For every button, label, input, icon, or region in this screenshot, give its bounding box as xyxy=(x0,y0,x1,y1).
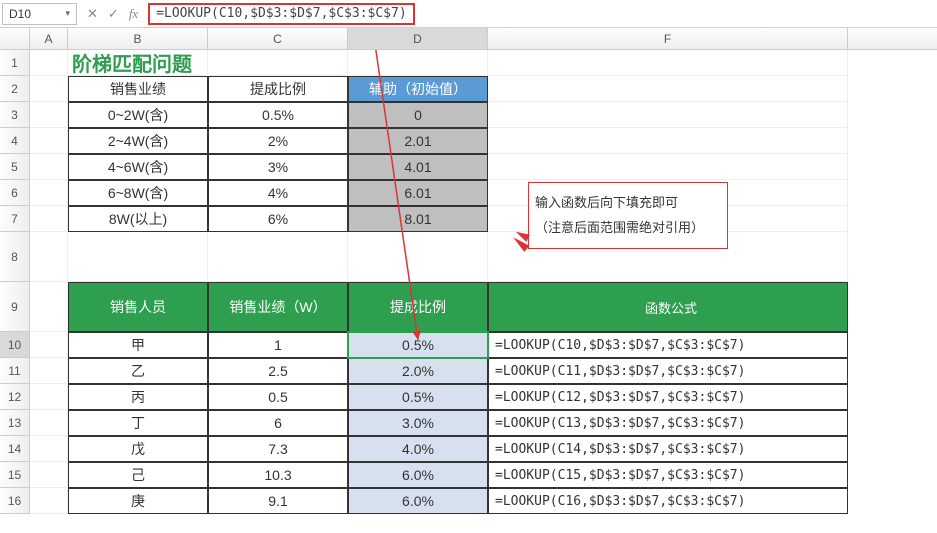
name-box[interactable]: D10 ▾ xyxy=(2,3,77,25)
t1-rate: 6% xyxy=(208,206,348,232)
t2-perf: 6 xyxy=(208,410,348,436)
t1-rate: 2% xyxy=(208,128,348,154)
t2-rate: 6.0% xyxy=(348,462,488,488)
t2-name: 甲 xyxy=(68,332,208,358)
t2-perf: 7.3 xyxy=(208,436,348,462)
formula-buttons: ✕ ✓ fx xyxy=(87,6,138,22)
t2-rate: 0.5% xyxy=(348,384,488,410)
t2-rate: 2.0% xyxy=(348,358,488,384)
t1-range: 8W(以上) xyxy=(68,206,208,232)
t2-formula: =LOOKUP(C16,$D$3:$D$7,$C$3:$C$7) xyxy=(488,488,848,514)
t1-header: 提成比例 xyxy=(208,76,348,102)
formula-input[interactable]: =LOOKUP(C10,$D$3:$D$7,$C$3:$C$7) xyxy=(148,3,414,25)
row-header[interactable]: 12 xyxy=(0,384,29,410)
t2-name: 己 xyxy=(68,462,208,488)
t1-rate: 3% xyxy=(208,154,348,180)
t2-name: 戊 xyxy=(68,436,208,462)
t1-helper: 2.01 xyxy=(348,128,488,154)
t1-helper: 8.01 xyxy=(348,206,488,232)
row-header[interactable]: 2 xyxy=(0,76,29,102)
callout-note: 输入函数后向下填充即可 （注意后面范围需绝对引用） xyxy=(528,182,728,249)
t1-range: 6~8W(含) xyxy=(68,180,208,206)
row-header[interactable]: 11 xyxy=(0,358,29,384)
row-header[interactable]: 14 xyxy=(0,436,29,462)
t2-formula: =LOOKUP(C11,$D$3:$D$7,$C$3:$C$7) xyxy=(488,358,848,384)
t2-rate: 4.0% xyxy=(348,436,488,462)
t1-range: 2~4W(含) xyxy=(68,128,208,154)
row-header[interactable]: 7 xyxy=(0,206,29,232)
t2-formula: =LOOKUP(C13,$D$3:$D$7,$C$3:$C$7) xyxy=(488,410,848,436)
select-all-corner[interactable] xyxy=(0,28,30,49)
row-header[interactable]: 8 xyxy=(0,232,29,282)
t2-header: 函数公式 xyxy=(488,282,848,332)
t1-rate: 0.5% xyxy=(208,102,348,128)
t2-perf: 1 xyxy=(208,332,348,358)
t2-header: 提成比例 xyxy=(348,282,488,332)
t2-name: 庚 xyxy=(68,488,208,514)
t2-rate: 6.0% xyxy=(348,488,488,514)
t2-name: 丁 xyxy=(68,410,208,436)
t1-range: 0~2W(含) xyxy=(68,102,208,128)
sheet-area[interactable]: 阶梯匹配问题 销售业绩 提成比例 辅助（初始值） 0~2W(含)0.5%0 2~… xyxy=(30,50,937,514)
row-header[interactable]: 15 xyxy=(0,462,29,488)
t1-header: 销售业绩 xyxy=(68,76,208,102)
t2-perf: 0.5 xyxy=(208,384,348,410)
formula-text: =LOOKUP(C10,$D$3:$D$7,$C$3:$C$7) xyxy=(156,6,406,21)
spreadsheet-grid: A B C D F 1 2 3 4 5 6 7 8 9 10 11 12 13 … xyxy=(0,28,937,514)
formula-bar: D10 ▾ ✕ ✓ fx =LOOKUP(C10,$D$3:$D$7,$C$3:… xyxy=(0,0,937,28)
fx-icon[interactable]: fx xyxy=(129,6,138,22)
row-header[interactable]: 6 xyxy=(0,180,29,206)
cancel-icon[interactable]: ✕ xyxy=(87,6,98,22)
row-header[interactable]: 1 xyxy=(0,50,29,76)
t2-header: 销售业绩（W） xyxy=(208,282,348,332)
col-header-b[interactable]: B xyxy=(68,28,208,49)
t2-formula: =LOOKUP(C12,$D$3:$D$7,$C$3:$C$7) xyxy=(488,384,848,410)
page-title: 阶梯匹配问题 xyxy=(68,50,208,76)
t2-perf: 9.1 xyxy=(208,488,348,514)
t1-helper: 0 xyxy=(348,102,488,128)
row-header[interactable]: 9 xyxy=(0,282,29,332)
row-header[interactable]: 16 xyxy=(0,488,29,514)
col-header-c[interactable]: C xyxy=(208,28,348,49)
t2-name: 丙 xyxy=(68,384,208,410)
t1-helper: 6.01 xyxy=(348,180,488,206)
enter-icon[interactable]: ✓ xyxy=(108,6,119,22)
row-header[interactable]: 3 xyxy=(0,102,29,128)
t2-formula: =LOOKUP(C15,$D$3:$D$7,$C$3:$C$7) xyxy=(488,462,848,488)
chevron-down-icon[interactable]: ▾ xyxy=(65,8,70,19)
t2-rate: 3.0% xyxy=(348,410,488,436)
t2-perf: 10.3 xyxy=(208,462,348,488)
t1-rate: 4% xyxy=(208,180,348,206)
t1-helper: 4.01 xyxy=(348,154,488,180)
row-header[interactable]: 13 xyxy=(0,410,29,436)
t2-header: 销售人员 xyxy=(68,282,208,332)
name-box-value: D10 xyxy=(9,7,31,21)
t1-range: 4~6W(含) xyxy=(68,154,208,180)
callout-line2: （注意后面范围需绝对引用） xyxy=(535,216,721,241)
row-header[interactable]: 5 xyxy=(0,154,29,180)
callout-line1: 输入函数后向下填充即可 xyxy=(535,191,721,216)
col-header-f[interactable]: F xyxy=(488,28,848,49)
t2-perf: 2.5 xyxy=(208,358,348,384)
col-header-d[interactable]: D xyxy=(348,28,488,49)
active-cell[interactable]: 0.5% xyxy=(348,332,488,358)
row-headers: 1 2 3 4 5 6 7 8 9 10 11 12 13 14 15 16 xyxy=(0,50,30,514)
t1-header: 辅助（初始值） xyxy=(348,76,488,102)
t2-name: 乙 xyxy=(68,358,208,384)
row-header[interactable]: 4 xyxy=(0,128,29,154)
t2-formula: =LOOKUP(C10,$D$3:$D$7,$C$3:$C$7) xyxy=(488,332,848,358)
col-header-a[interactable]: A xyxy=(30,28,68,49)
row-header[interactable]: 10 xyxy=(0,332,29,358)
column-headers: A B C D F xyxy=(0,28,937,50)
t2-formula: =LOOKUP(C14,$D$3:$D$7,$C$3:$C$7) xyxy=(488,436,848,462)
